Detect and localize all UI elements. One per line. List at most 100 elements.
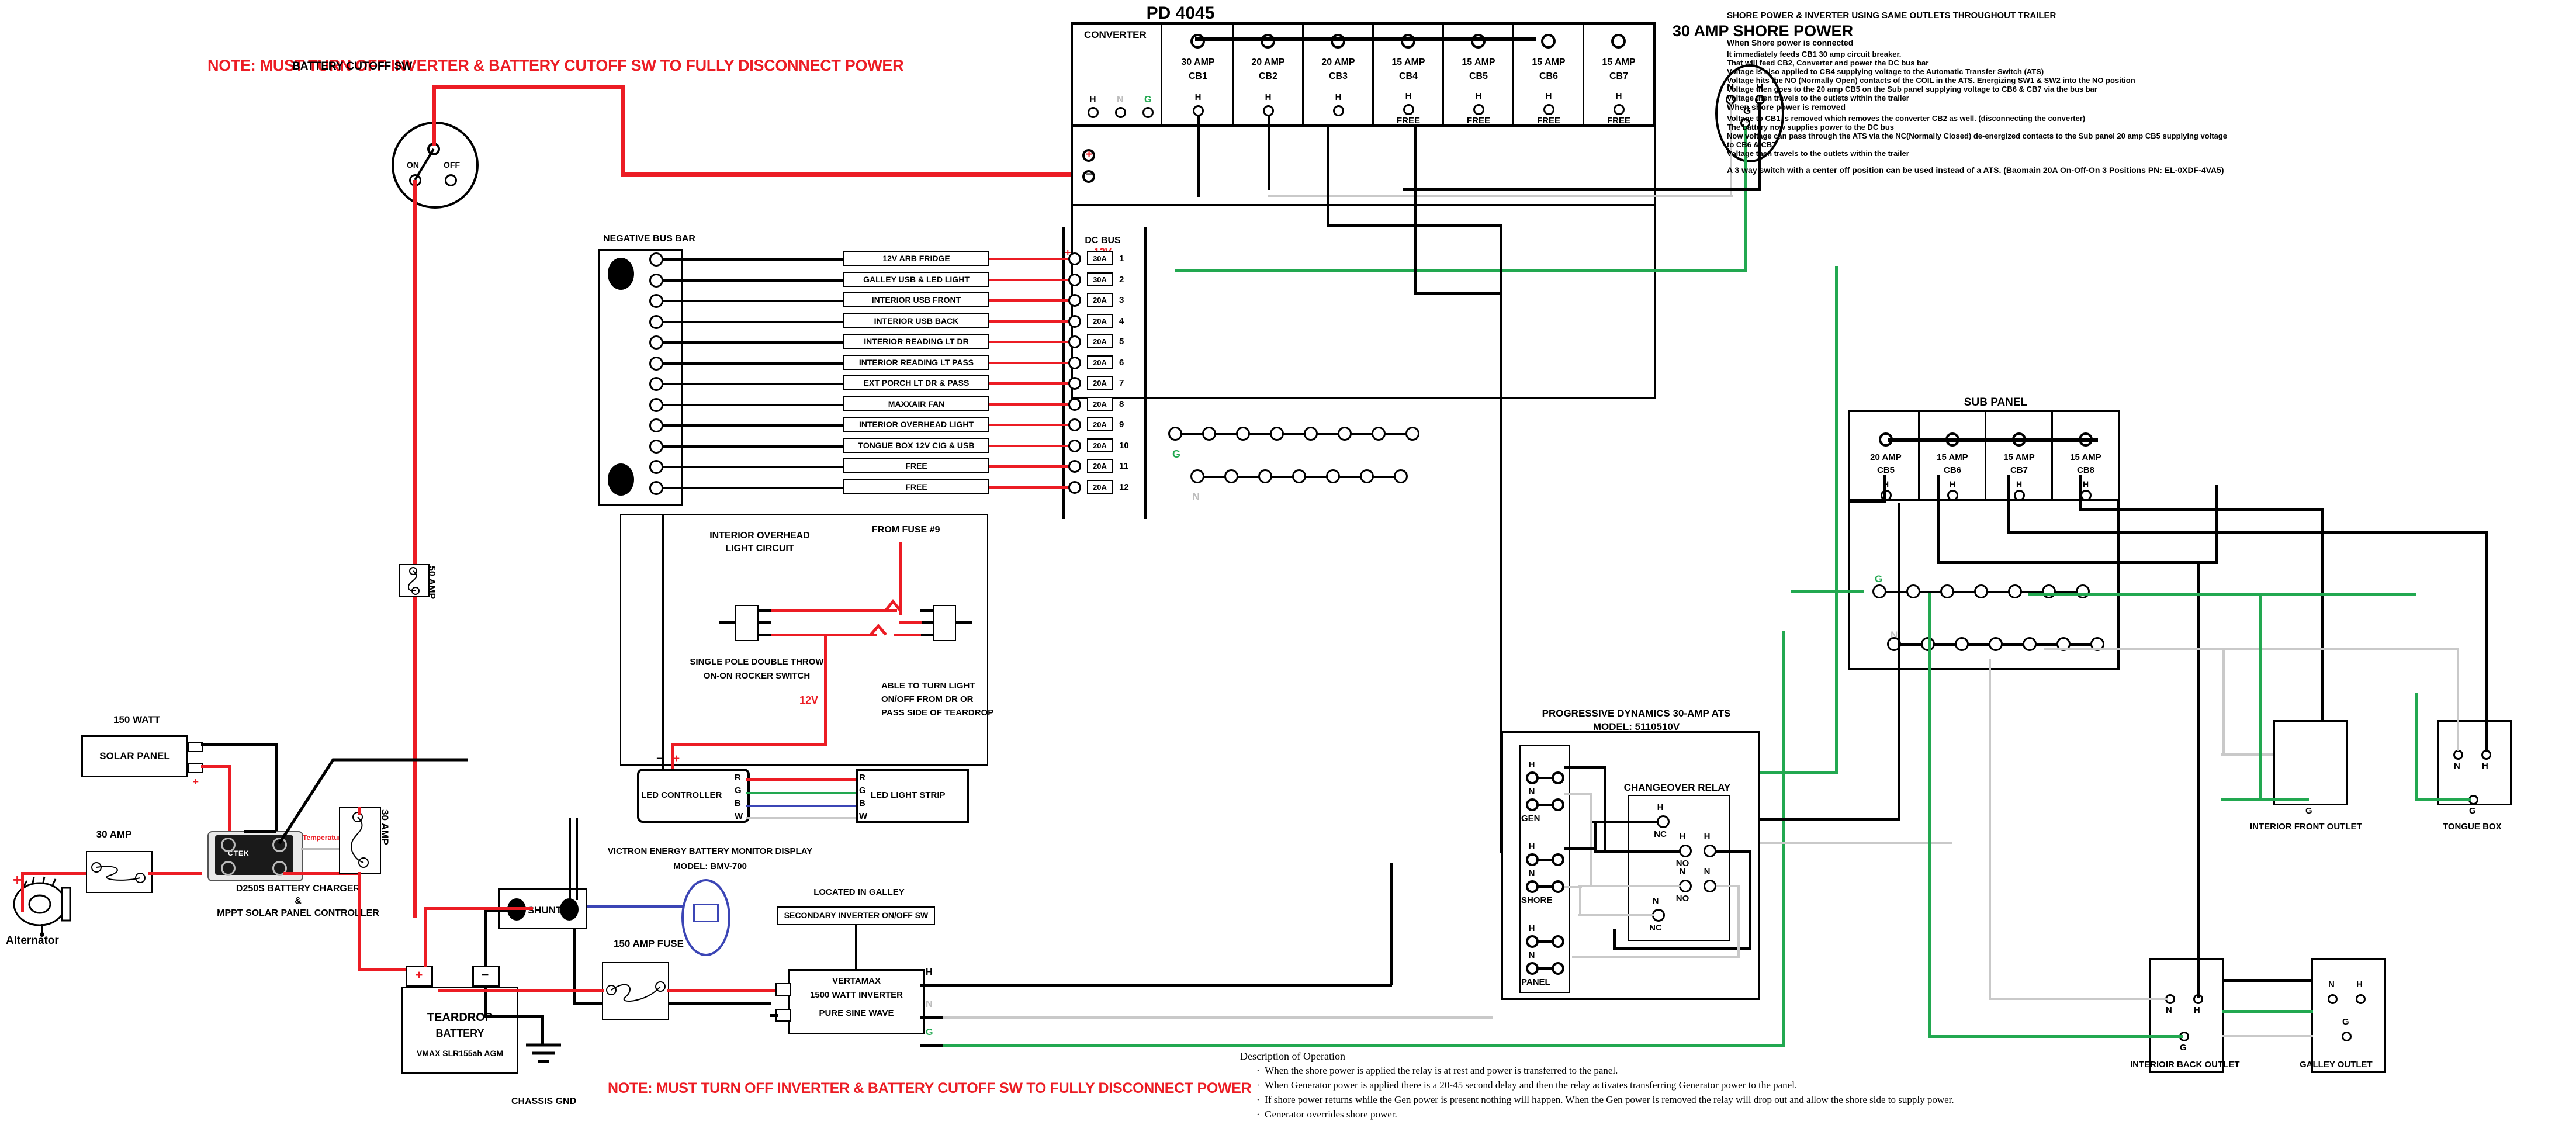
converter-ground-bus-terminal[interactable]	[1304, 427, 1318, 441]
breaker-h-terminal[interactable]	[1614, 104, 1625, 115]
rocker-switch-left[interactable]	[735, 605, 759, 641]
relay-contact-nc-0[interactable]	[1657, 815, 1670, 828]
outlet-tongue-h-terminal[interactable]	[2481, 750, 2491, 760]
breaker-tie-terminal[interactable]	[1401, 34, 1415, 49]
dcbus-terminal-2[interactable]	[1068, 274, 1081, 286]
breaker-h-terminal[interactable]	[1543, 104, 1554, 115]
dc-fuse-5[interactable]: 20A	[1087, 334, 1113, 348]
dcbus-terminal-8[interactable]	[1068, 398, 1081, 411]
sub-neutral-bus-terminal[interactable]	[1989, 637, 2003, 651]
inverter-dc-pos-lug[interactable]	[775, 983, 791, 996]
sub-ground-bus-terminal[interactable]	[1906, 584, 1920, 598]
negbus-terminal-10[interactable]	[649, 440, 663, 454]
converter-neutral-bus-terminal[interactable]	[1292, 469, 1306, 483]
negbus-terminal-8[interactable]	[649, 398, 663, 412]
negbus-terminal-11[interactable]	[649, 460, 663, 474]
relay-out-terminal-1[interactable]	[1704, 880, 1716, 892]
dcbus-terminal-9[interactable]	[1068, 418, 1081, 431]
negbus-terminal-1[interactable]	[649, 252, 663, 267]
negbus-terminal-5[interactable]	[649, 335, 663, 350]
breaker-tie-terminal[interactable]	[1261, 34, 1275, 49]
negbus-main-lug-bottom[interactable]	[608, 463, 634, 496]
outlet-galley-h-terminal[interactable]	[2356, 994, 2366, 1004]
dc-fuse-11[interactable]: 20A	[1087, 459, 1113, 473]
sub-ground-bus-terminal[interactable]	[2076, 584, 2090, 598]
negbus-terminal-7[interactable]	[649, 377, 663, 391]
converter-g-terminal[interactable]	[1142, 107, 1154, 118]
breaker-tie-terminal[interactable]	[1471, 34, 1486, 49]
dc-fuse-2[interactable]: 30A	[1087, 272, 1113, 286]
dc-fuse-4[interactable]: 20A	[1087, 314, 1113, 328]
dcbus-terminal-7[interactable]	[1068, 377, 1081, 390]
sub-ground-bus-terminal[interactable]	[1940, 584, 1954, 598]
converter-h-terminal[interactable]	[1088, 107, 1099, 118]
converter-n-terminal[interactable]	[1115, 107, 1126, 118]
dcbus-terminal-12[interactable]	[1068, 481, 1081, 494]
converter-ground-bus-terminal[interactable]	[1202, 427, 1216, 441]
relay-contact-no-2[interactable]	[1679, 880, 1692, 892]
breaker-h-terminal[interactable]	[1473, 104, 1484, 115]
dcbus-terminal-3[interactable]	[1068, 294, 1081, 307]
relay-out-terminal-0[interactable]	[1704, 845, 1716, 857]
negbus-main-lug-top[interactable]	[608, 258, 634, 290]
sub-ground-bus-terminal[interactable]	[2042, 584, 2056, 598]
sub-neutral-bus-terminal[interactable]	[1921, 637, 1935, 651]
dc-fuse-3[interactable]: 20A	[1087, 293, 1113, 307]
sub-neutral-bus-terminal[interactable]	[2023, 637, 2037, 651]
dcbus-terminal-1[interactable]	[1068, 252, 1081, 265]
negbus-terminal-3[interactable]	[649, 294, 663, 308]
sub-breaker-h-terminal[interactable]	[1947, 490, 1958, 501]
shunt-lug-right[interactable]	[560, 898, 579, 921]
converter-ground-bus-terminal[interactable]	[1168, 427, 1182, 441]
outlet-galley-n-terminal[interactable]	[2328, 994, 2338, 1004]
dc-fuse-10[interactable]: 20A	[1087, 438, 1113, 452]
negbus-terminal-4[interactable]	[649, 315, 663, 329]
ctek-port-out-neg[interactable]	[221, 861, 236, 876]
converter-ground-bus-terminal[interactable]	[1270, 427, 1284, 441]
sub-ground-bus-terminal[interactable]	[1974, 584, 1988, 598]
converter-neutral-bus-terminal[interactable]	[1360, 469, 1374, 483]
dc-fuse-1[interactable]: 30A	[1087, 251, 1113, 265]
sub-breaker-h-terminal[interactable]	[2080, 490, 2092, 501]
sub-breaker-h-terminal[interactable]	[2014, 490, 2025, 501]
dc-fuse-12[interactable]: 20A	[1087, 480, 1113, 494]
dc-fuse-7[interactable]: 20A	[1087, 376, 1113, 390]
converter-neutral-bus-terminal[interactable]	[1326, 469, 1340, 483]
converter-neutral-bus-terminal[interactable]	[1258, 469, 1272, 483]
dcbus-terminal-11[interactable]	[1068, 460, 1081, 473]
converter-ground-bus-terminal[interactable]	[1236, 427, 1250, 441]
negbus-terminal-6[interactable]	[649, 357, 663, 371]
ctek-port-in-neg[interactable]	[221, 838, 236, 852]
converter-ground-bus-terminal[interactable]	[1338, 427, 1352, 441]
converter-ground-bus-terminal[interactable]	[1372, 427, 1386, 441]
converter-neutral-bus-terminal[interactable]	[1190, 469, 1204, 483]
rocker-switch-right[interactable]	[933, 605, 956, 641]
breaker-tie-terminal[interactable]	[1611, 34, 1626, 49]
converter-neutral-bus-terminal[interactable]	[1224, 469, 1238, 483]
negbus-terminal-9[interactable]	[649, 418, 663, 432]
breaker-tie-terminal[interactable]	[1331, 34, 1345, 49]
converter-neutral-bus-terminal[interactable]	[1394, 469, 1408, 483]
negbus-terminal-12[interactable]	[649, 481, 663, 495]
breaker-h-terminal[interactable]	[1333, 105, 1344, 116]
relay-contact-no-1[interactable]	[1679, 845, 1692, 857]
sub-ground-bus-terminal[interactable]	[1872, 584, 1886, 598]
dcbus-terminal-6[interactable]	[1068, 357, 1081, 369]
breaker-tie-terminal[interactable]	[1541, 34, 1556, 49]
breaker-tie-terminal[interactable]	[1190, 34, 1205, 49]
negbus-terminal-2[interactable]	[649, 274, 663, 288]
outlet-galley-g-terminal[interactable]	[2342, 1032, 2352, 1041]
sub-ground-bus-terminal[interactable]	[2008, 584, 2022, 598]
sub-neutral-bus-terminal[interactable]	[1955, 637, 1969, 651]
outlet-tongue-n-terminal[interactable]	[2453, 750, 2463, 760]
dc-fuse-6[interactable]: 20A	[1087, 355, 1113, 369]
ctek-port-in-pos[interactable]	[272, 838, 287, 852]
dcbus-terminal-10[interactable]	[1068, 440, 1081, 452]
dc-fuse-9[interactable]: 20A	[1087, 417, 1113, 431]
breaker-h-terminal[interactable]	[1403, 104, 1414, 115]
cutoff-off-terminal[interactable]	[445, 174, 457, 186]
dc-fuse-8[interactable]: 20A	[1087, 397, 1113, 411]
relay-contact-nc-3[interactable]	[1652, 909, 1665, 922]
dcbus-terminal-5[interactable]	[1068, 335, 1081, 348]
dcbus-terminal-4[interactable]	[1068, 315, 1081, 328]
